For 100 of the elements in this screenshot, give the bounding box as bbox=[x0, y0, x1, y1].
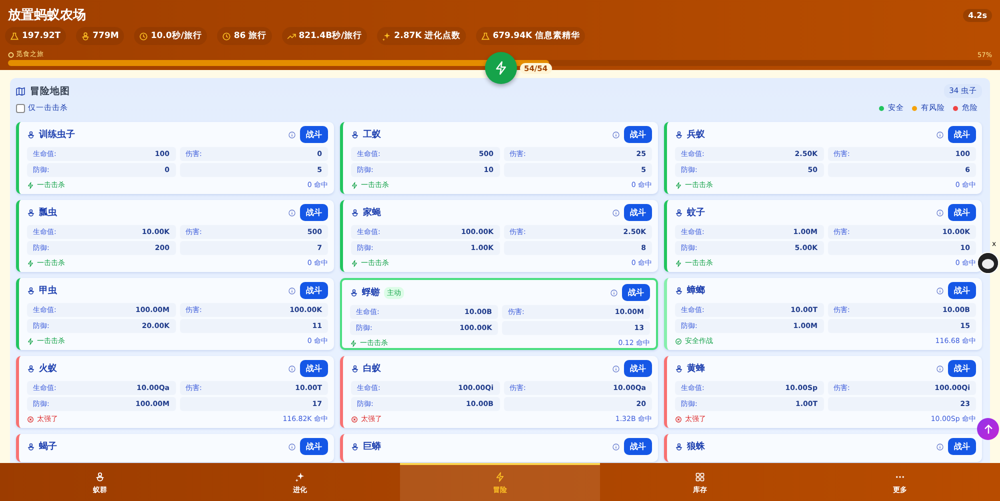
ant-icon bbox=[27, 286, 35, 294]
enemy-name: 蝎子 bbox=[39, 440, 57, 453]
lightning-icon bbox=[351, 182, 358, 188]
ant-icon bbox=[351, 442, 359, 450]
info-icon bbox=[288, 208, 296, 216]
fight-button[interactable]: 战斗 bbox=[300, 438, 328, 455]
ant-icon bbox=[675, 130, 683, 138]
resource-stat: 2.87K 进化点数 bbox=[377, 27, 466, 45]
enemy-name: 白蚁 bbox=[363, 362, 381, 375]
enemy-name: 训练虫子 bbox=[39, 128, 75, 141]
enemy-name: 家蝇 bbox=[363, 206, 381, 219]
sparkle-icon bbox=[295, 472, 305, 482]
fight-button[interactable]: 战斗 bbox=[948, 438, 976, 455]
resource-stat: 10.0秒/旅行 bbox=[134, 27, 207, 45]
ant-icon bbox=[27, 208, 35, 216]
fight-button[interactable]: 战斗 bbox=[948, 282, 976, 299]
info-icon bbox=[288, 442, 296, 450]
ant-icon bbox=[27, 364, 35, 372]
resource-stat: 197.92T bbox=[5, 27, 66, 45]
info-icon bbox=[610, 288, 618, 296]
check-circle-icon bbox=[675, 338, 682, 344]
enemy-name: 工蚁 bbox=[363, 128, 381, 141]
enemy-name: 火蚁 bbox=[39, 362, 57, 375]
scroll-top-button[interactable] bbox=[977, 418, 999, 440]
clock-icon bbox=[222, 32, 231, 40]
checkbox[interactable] bbox=[16, 104, 25, 112]
flask-icon bbox=[10, 32, 19, 40]
fight-button[interactable]: 战斗 bbox=[624, 360, 652, 377]
fight-button[interactable]: 战斗 bbox=[624, 204, 652, 221]
info-icon bbox=[288, 130, 296, 138]
info-icon bbox=[936, 364, 944, 372]
info-icon bbox=[612, 130, 620, 138]
enemy-name: 蟑螂 bbox=[687, 284, 705, 297]
enemy-name: 兵蚁 bbox=[687, 128, 705, 141]
clock-icon bbox=[138, 32, 148, 40]
fight-button[interactable]: 战斗 bbox=[300, 126, 328, 143]
lightning-icon bbox=[27, 260, 34, 266]
lightning-icon bbox=[351, 260, 358, 266]
enemy-name: 瓢虫 bbox=[39, 206, 57, 219]
info-icon bbox=[936, 442, 944, 450]
resource-stat: 679.94K 信息素精华 bbox=[476, 27, 586, 45]
panel-title: 冒险地图 bbox=[30, 84, 70, 98]
resource-stat: 821.4B秒/旅行 bbox=[282, 27, 368, 45]
lightning-icon bbox=[675, 182, 682, 188]
ant-icon bbox=[351, 130, 359, 138]
info-icon bbox=[288, 286, 296, 294]
ant-icon bbox=[95, 472, 105, 482]
enemy-name: 蜉蝣 bbox=[362, 286, 380, 299]
fight-button[interactable]: 战斗 bbox=[948, 360, 976, 377]
sparkle-icon bbox=[382, 32, 392, 40]
ant-icon bbox=[80, 32, 90, 40]
ant-icon bbox=[675, 442, 683, 450]
lightning-icon bbox=[350, 340, 357, 346]
enemy-name: 蚊子 bbox=[687, 206, 705, 219]
fight-button[interactable]: 战斗 bbox=[300, 360, 328, 377]
map-icon bbox=[16, 86, 25, 96]
info-icon bbox=[288, 364, 296, 372]
grid-icon bbox=[695, 472, 705, 482]
arrow-up-icon bbox=[982, 424, 994, 434]
fight-button[interactable]: 战斗 bbox=[300, 282, 328, 299]
boost-button[interactable] bbox=[485, 52, 517, 84]
enemy-name: 狼蛛 bbox=[687, 440, 705, 453]
lightning-icon bbox=[675, 260, 682, 266]
x-circle-icon bbox=[351, 416, 358, 422]
resource-stat: 779M bbox=[76, 27, 124, 45]
fight-button[interactable]: 战斗 bbox=[624, 438, 652, 455]
x-circle-icon bbox=[675, 416, 682, 422]
lightning-icon bbox=[494, 61, 508, 75]
enemy-name: 黄蜂 bbox=[687, 362, 705, 375]
trend-up-icon bbox=[286, 32, 296, 40]
lightning-icon bbox=[495, 472, 505, 482]
enemy-name: 甲虫 bbox=[39, 284, 57, 297]
info-icon bbox=[612, 442, 620, 450]
info-icon bbox=[936, 208, 944, 216]
lightning-icon bbox=[27, 338, 34, 344]
ant-icon bbox=[351, 364, 359, 372]
fight-button[interactable]: 战斗 bbox=[300, 204, 328, 221]
lightning-icon bbox=[27, 182, 34, 188]
ant-icon bbox=[350, 288, 358, 296]
resource-stat: 86 旅行 bbox=[216, 27, 272, 45]
info-icon bbox=[936, 130, 944, 138]
timer-badge: 4.2s bbox=[963, 8, 992, 22]
ant-icon bbox=[27, 442, 35, 450]
info-icon bbox=[936, 286, 944, 294]
ant-icon bbox=[675, 208, 683, 216]
info-icon bbox=[612, 364, 620, 372]
info-icon bbox=[612, 208, 620, 216]
fight-button[interactable]: 战斗 bbox=[948, 126, 976, 143]
loading-icon bbox=[8, 52, 14, 58]
ant-icon bbox=[675, 364, 683, 372]
ant-icon bbox=[675, 286, 683, 294]
fight-button[interactable]: 战斗 bbox=[624, 126, 652, 143]
ant-icon bbox=[351, 208, 359, 216]
flask-icon bbox=[480, 32, 490, 40]
enemy-name: 巨蟒 bbox=[363, 440, 381, 453]
app-title: 放置蚂蚁农场 bbox=[8, 7, 86, 24]
fight-button[interactable]: 战斗 bbox=[948, 204, 976, 221]
x-circle-icon bbox=[27, 416, 34, 422]
ant-icon bbox=[27, 130, 35, 138]
fight-button[interactable]: 战斗 bbox=[622, 284, 650, 301]
